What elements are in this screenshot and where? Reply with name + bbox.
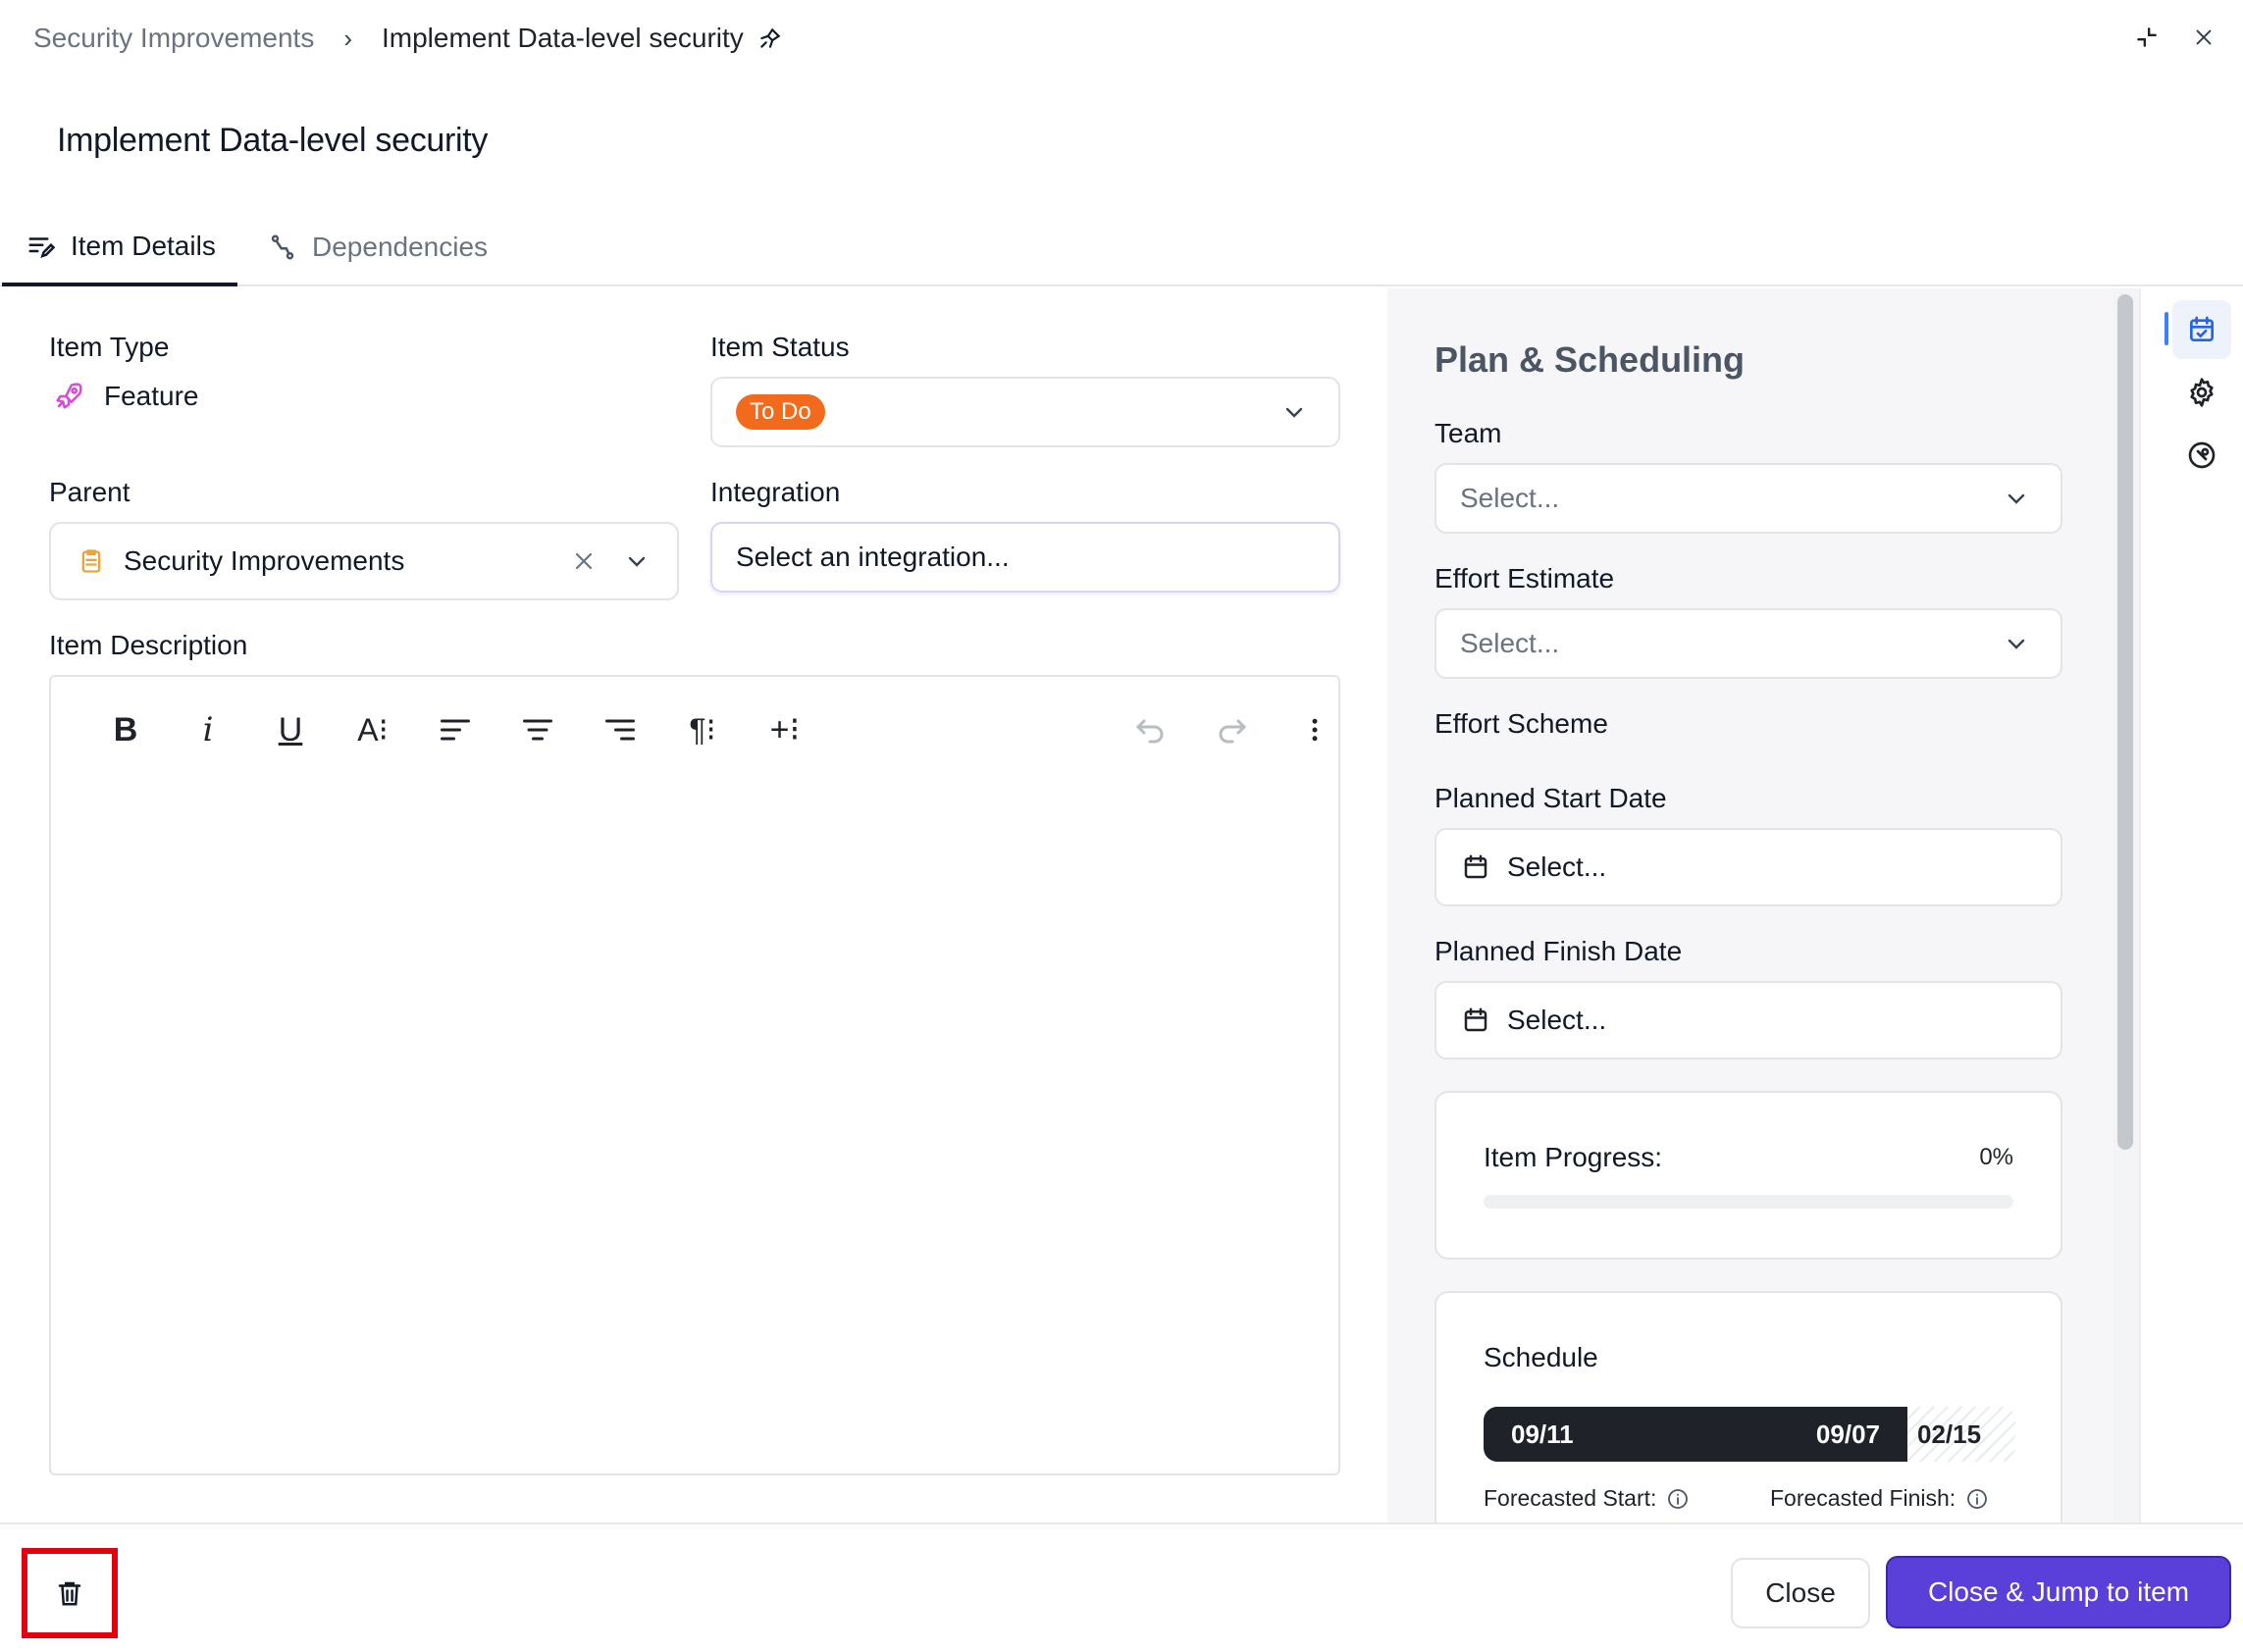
forecasted-finish-label: Forecasted Finish: <box>1770 1485 1956 1511</box>
integration-label: Integration <box>710 477 841 507</box>
schedule-end-date: 09/07 <box>1815 1419 1880 1449</box>
item-progress-value: 0% <box>1979 1144 2013 1170</box>
align-center-icon[interactable] <box>510 702 565 757</box>
schedule-start-date: 09/11 <box>1511 1419 1574 1449</box>
feature-rocket-icon <box>756 24 785 53</box>
rail-active-indicator <box>2165 312 2168 345</box>
integration-placeholder: Select an integration... <box>736 542 1010 572</box>
item-type-label: Item Type <box>49 332 170 362</box>
breadcrumb-current: Implement Data-level security <box>382 23 744 53</box>
forecasted-start: Forecasted Start: <box>1484 1485 1690 1512</box>
italic-button[interactable]: i <box>181 702 235 757</box>
team-label: Team <box>1434 418 1502 448</box>
tab-item-details[interactable]: Item Details <box>2 210 237 286</box>
integration-select[interactable]: Select an integration... <box>710 522 1340 593</box>
planned-finish-date-picker[interactable]: Select... <box>1434 981 2062 1059</box>
tab-label: Dependencies <box>312 232 489 262</box>
team-select[interactable]: Select... <box>1434 463 2062 534</box>
parent-value: Security Improvements <box>124 545 405 576</box>
item-type-value: Feature <box>104 381 199 411</box>
breadcrumb: Security Improvements › Implement Data-l… <box>33 18 785 59</box>
undo-icon[interactable] <box>1122 702 1177 757</box>
tab-label: Item Details <box>71 231 216 261</box>
breadcrumb-separator: › <box>343 23 352 53</box>
item-progress-label: Item Progress: <box>1484 1142 1663 1172</box>
progress-bar <box>1484 1195 2013 1209</box>
redo-icon[interactable] <box>1205 702 1260 757</box>
schedule-bar: 09/11 09/07 02/15 <box>1484 1407 2015 1462</box>
bold-button[interactable]: B <box>98 702 153 757</box>
item-progress-card: Item Progress: 0% <box>1434 1091 2062 1260</box>
parent-select[interactable]: Security Improvements <box>49 522 679 600</box>
forecasted-start-label: Forecasted Start: <box>1484 1485 1657 1511</box>
status-badge: To Do <box>736 394 825 430</box>
chevron-down-icon <box>1281 399 1307 425</box>
wrench-circle-icon[interactable] <box>2172 426 2231 485</box>
schedule-planned-range: 09/11 09/07 <box>1484 1407 1907 1462</box>
schedule-card: Schedule 09/11 09/07 02/15 Forecasted St… <box>1434 1291 2062 1546</box>
trash-icon <box>55 1578 84 1608</box>
gear-icon[interactable] <box>2172 363 2231 422</box>
paragraph-button[interactable]: ¶⁝ <box>675 702 730 757</box>
effort-estimate-label: Effort Estimate <box>1434 563 1615 594</box>
calendar-icon <box>1460 1005 1491 1036</box>
close-button[interactable]: Close <box>1731 1558 1870 1628</box>
planned-start-placeholder: Select... <box>1507 852 1607 882</box>
scrollbar-thumb[interactable] <box>2117 294 2133 1150</box>
schedule-forecast-date: 02/15 <box>1917 1419 1982 1449</box>
effort-scheme-label: Effort Scheme <box>1434 708 1608 739</box>
item-type-display: Feature <box>49 377 199 416</box>
schedule-forecast-range: 02/15 <box>1907 1407 2015 1462</box>
effort-estimate-select[interactable]: Select... <box>1434 608 2062 679</box>
minimize-icon[interactable] <box>2125 16 2168 59</box>
footer: Close Close & Jump to item <box>0 1523 2243 1652</box>
edit-lines-icon <box>26 231 57 262</box>
tab-dependencies[interactable]: Dependencies <box>267 210 522 284</box>
calendar-icon <box>1460 852 1491 883</box>
more-options-icon[interactable] <box>1287 702 1342 757</box>
planned-finish-placeholder: Select... <box>1507 1005 1607 1035</box>
schedule-title: Schedule <box>1484 1342 1598 1372</box>
underline-button[interactable]: U <box>263 702 318 757</box>
plan-title: Plan & Scheduling <box>1434 339 1746 380</box>
planned-start-date-picker[interactable]: Select... <box>1434 828 2062 906</box>
parent-label: Parent <box>49 477 130 507</box>
item-status-select[interactable]: To Do <box>710 377 1340 447</box>
delete-button[interactable] <box>22 1548 118 1638</box>
planned-start-label: Planned Start Date <box>1434 783 1667 813</box>
chevron-down-icon <box>2004 486 2029 511</box>
plan-scheduling-panel: Plan & Scheduling Team Select... Effort … <box>1387 288 2113 1546</box>
planned-finish-label: Planned Finish Date <box>1434 936 1683 966</box>
font-format-button[interactable]: A⁝ <box>345 702 400 757</box>
close-icon[interactable] <box>2182 16 2225 59</box>
description-editor[interactable]: B i U A⁝ ¶⁝ +⁝ <box>49 675 1340 1475</box>
rocket-icon <box>49 377 88 416</box>
route-icon <box>267 232 298 263</box>
info-icon[interactable] <box>1666 1487 1690 1511</box>
item-status-label: Item Status <box>710 332 850 362</box>
chevron-down-icon <box>624 548 650 574</box>
clear-icon[interactable] <box>571 548 597 574</box>
team-placeholder: Select... <box>1460 483 1560 513</box>
insert-button[interactable]: +⁝ <box>757 702 812 757</box>
effort-placeholder: Select... <box>1460 628 1560 658</box>
calendar-check-icon[interactable] <box>2172 300 2231 359</box>
side-rail <box>2139 288 2243 1523</box>
clipboard-icon <box>77 546 106 576</box>
chevron-down-icon <box>2004 631 2029 656</box>
item-description-label: Item Description <box>49 630 248 660</box>
close-and-jump-button[interactable]: Close & Jump to item <box>1886 1556 2231 1628</box>
align-right-icon[interactable] <box>593 702 648 757</box>
info-icon[interactable] <box>1965 1487 1989 1511</box>
page-title: Implement Data-level security <box>57 122 489 159</box>
forecasted-finish: Forecasted Finish: <box>1770 1485 1989 1512</box>
align-left-icon[interactable] <box>428 702 483 757</box>
tab-bar: Item Details Dependencies <box>0 210 2243 286</box>
breadcrumb-parent-link[interactable]: Security Improvements <box>33 23 314 54</box>
